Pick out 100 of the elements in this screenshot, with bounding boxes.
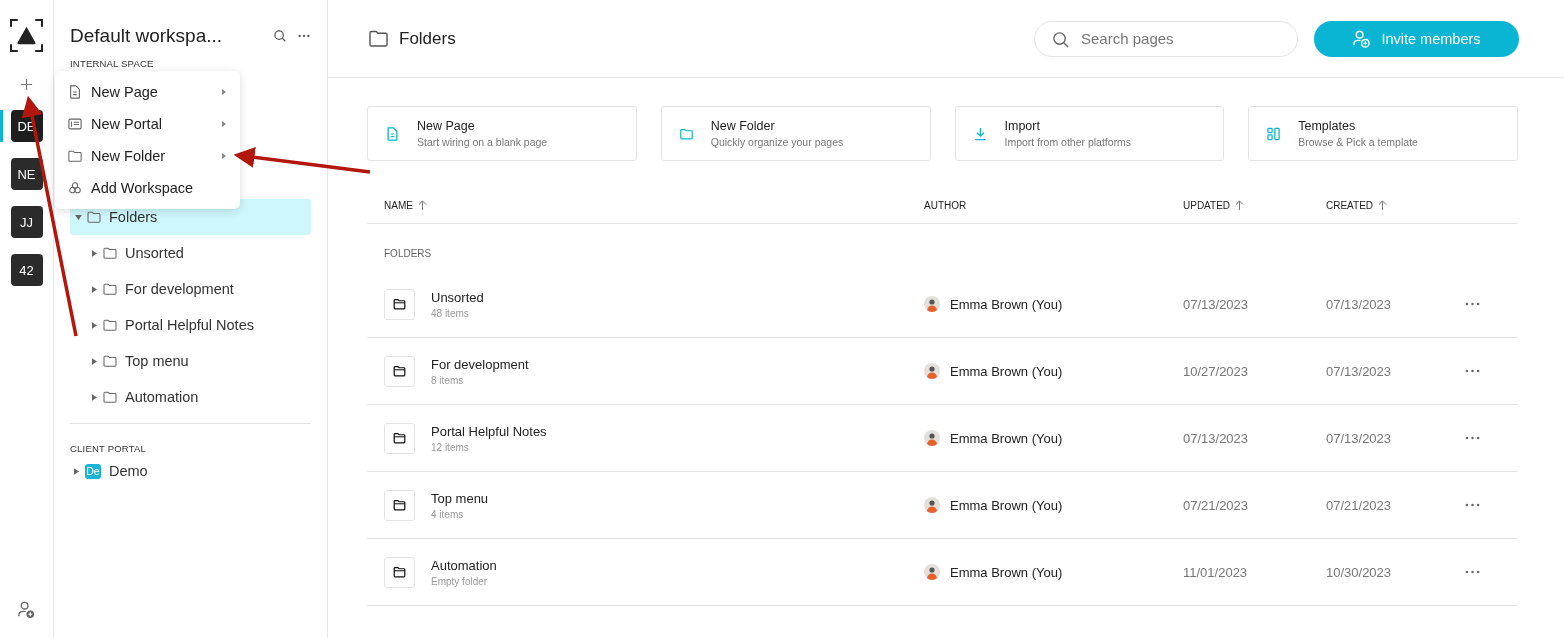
- action-card[interactable]: New Page Start wiring on a blank page: [367, 106, 637, 161]
- item-count: 4 items: [431, 508, 465, 520]
- updated-date: 07/13/2023: [1183, 430, 1250, 446]
- more-icon[interactable]: [1465, 436, 1480, 440]
- column-header[interactable]: AUTHOR: [924, 200, 1183, 211]
- folder-icon: [103, 283, 117, 295]
- tree-item[interactable]: Unsorted: [70, 235, 311, 271]
- caret-icon[interactable]: [74, 467, 79, 475]
- avatar-icon: [924, 363, 940, 379]
- workspace-button[interactable]: JJ: [10, 206, 43, 238]
- updated-date: 07/13/2023: [1183, 296, 1250, 312]
- folder-name[interactable]: Portal Helpful Notes: [431, 423, 547, 439]
- search-field[interactable]: Search pages: [1034, 20, 1298, 57]
- card-title: New Page: [417, 119, 476, 133]
- add-user-icon: [1352, 29, 1372, 48]
- workspace-button[interactable]: NE: [10, 158, 43, 190]
- plus-icon[interactable]: [20, 78, 33, 91]
- folder-icon: [103, 355, 117, 367]
- folder-name[interactable]: Automation: [431, 557, 497, 573]
- card-title: Templates: [1298, 119, 1357, 133]
- page-title: Folders: [399, 28, 456, 49]
- more-icon[interactable]: [1465, 503, 1480, 507]
- circles-icon: [68, 181, 82, 195]
- menu-item[interactable]: New Portal: [55, 108, 240, 140]
- more-icon[interactable]: [1465, 369, 1480, 373]
- author-name: Emma Brown (You): [950, 497, 1063, 513]
- folder-icon: [103, 319, 117, 331]
- folder-name[interactable]: Top menu: [431, 490, 489, 506]
- card-subtitle: Quickly organize your pages: [710, 136, 844, 148]
- author-name: Emma Brown (You): [950, 296, 1063, 312]
- avatar-icon: [924, 564, 940, 580]
- section-label: FOLDERS: [383, 247, 433, 261]
- item-count: 12 items: [431, 441, 470, 453]
- caret-icon[interactable]: [92, 321, 97, 329]
- card-subtitle: Start wiring on a blank page: [417, 136, 548, 148]
- sort-arrow-icon[interactable]: [1378, 200, 1388, 211]
- tree-item[interactable]: Top menu: [70, 343, 311, 379]
- more-icon[interactable]: [1465, 302, 1480, 306]
- caret-icon: [222, 121, 226, 127]
- folder-icon: [393, 566, 406, 578]
- created-date: 07/13/2023: [1326, 296, 1393, 312]
- author-name: Emma Brown (You): [950, 430, 1063, 446]
- folder-icon: [393, 432, 406, 444]
- portal-item[interactable]: De Demo: [70, 454, 311, 488]
- action-card[interactable]: Templates Browse & Pick a template: [1248, 106, 1518, 161]
- created-date: 07/13/2023: [1326, 430, 1393, 446]
- card-title: New Folder: [710, 119, 776, 133]
- menu-item[interactable]: New Folder: [55, 140, 240, 172]
- tree-item[interactable]: Automation: [70, 379, 311, 415]
- caret-icon: [222, 89, 226, 95]
- author-name: Emma Brown (You): [950, 564, 1063, 580]
- caret-icon[interactable]: [75, 214, 82, 220]
- column-header[interactable]: UPDATED: [1183, 200, 1326, 211]
- item-count: Empty folder: [431, 575, 489, 587]
- menu-item[interactable]: New Page: [55, 76, 240, 108]
- sort-arrow-icon[interactable]: [417, 200, 427, 211]
- page-icon: [386, 126, 399, 141]
- add-user-icon[interactable]: [17, 600, 36, 619]
- caret-icon[interactable]: [92, 393, 97, 401]
- folder-icon: [393, 365, 406, 377]
- card-subtitle: Import from other platforms: [1004, 136, 1132, 148]
- caret-icon[interactable]: [92, 357, 97, 365]
- column-header[interactable]: CREATED: [1326, 200, 1458, 211]
- avatar-icon: [924, 497, 940, 513]
- caret-icon[interactable]: [92, 249, 97, 257]
- folder-icon: [393, 298, 406, 310]
- portal-icon: [68, 117, 82, 131]
- action-card[interactable]: Import Import from other platforms: [954, 106, 1225, 161]
- folder-icon: [87, 211, 101, 223]
- created-date: 07/13/2023: [1326, 363, 1393, 379]
- caret-icon: [222, 153, 226, 159]
- created-date: 10/30/2023: [1326, 564, 1393, 580]
- folder-icon: [103, 391, 117, 403]
- folder-icon: [393, 499, 406, 511]
- tree-item[interactable]: Portal Helpful Notes: [70, 307, 311, 343]
- caret-icon[interactable]: [92, 285, 97, 293]
- column-header[interactable]: NAME: [384, 200, 924, 211]
- workspace-button[interactable]: 42: [10, 254, 43, 286]
- item-count: 48 items: [431, 307, 470, 319]
- more-icon[interactable]: [1465, 570, 1480, 574]
- folder-name[interactable]: Unsorted: [431, 289, 484, 305]
- updated-date: 07/21/2023: [1183, 497, 1250, 513]
- avatar-icon: [924, 296, 940, 312]
- layout-icon: [1267, 126, 1281, 141]
- section-label: INTERNAL SPACE: [70, 58, 155, 69]
- tree-item[interactable]: For development: [70, 271, 311, 307]
- page-icon: [68, 85, 82, 99]
- folder-name[interactable]: For development: [431, 356, 529, 372]
- action-card[interactable]: New Folder Quickly organize your pages: [660, 106, 931, 161]
- logo-icon[interactable]: [10, 19, 43, 52]
- folder-icon: [68, 149, 82, 163]
- folder-icon: [103, 247, 117, 259]
- portal-badge: De: [85, 463, 101, 479]
- download-icon: [973, 126, 987, 141]
- item-count: 8 items: [431, 374, 465, 386]
- sort-arrow-icon[interactable]: [1235, 200, 1245, 211]
- folder-icon: [679, 126, 693, 141]
- search-icon[interactable]: [273, 29, 287, 43]
- card-subtitle: Browse & Pick a template: [1298, 136, 1418, 148]
- folder-icon: [369, 30, 388, 47]
